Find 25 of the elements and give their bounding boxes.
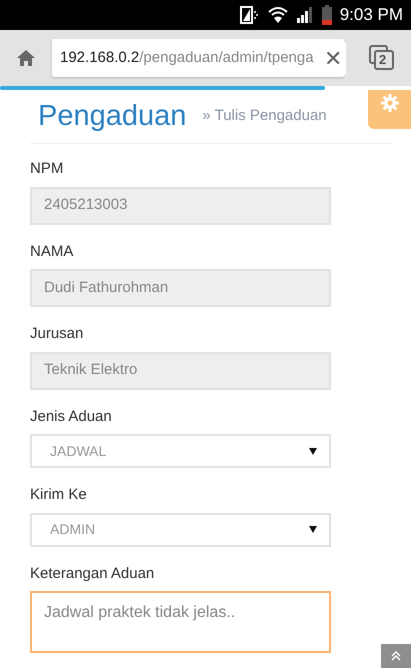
field-label: NPM [30, 159, 64, 179]
dropdown-caret-icon [309, 448, 317, 454]
dropdown-caret-icon [309, 526, 317, 533]
textarea-field[interactable]: Jadwal praktek tidak jelas.. [30, 591, 331, 653]
field-label: Kirim Ke [30, 485, 88, 505]
select-field[interactable]: ADMIN [30, 512, 331, 546]
double-chevron-icon [391, 651, 401, 661]
input-field[interactable]: 2405213003 [30, 186, 331, 224]
clock-time: 9:03 PM [340, 4, 403, 26]
select-field[interactable]: JADWAL [30, 434, 331, 468]
page-title: Pengaduan [38, 98, 186, 134]
breadcrumb: » Tulis Pengaduan [202, 106, 327, 126]
vibrate-icon [240, 6, 260, 24]
signal-icon [296, 7, 314, 23]
field-label: Keterangan Aduan [30, 564, 156, 584]
field-label: Jurusan [30, 324, 84, 344]
field-label: Jenis Aduan [30, 406, 113, 426]
battery-icon [322, 5, 332, 25]
input-field[interactable]: Dudi Fathurohman [30, 269, 331, 307]
settings-icon [380, 94, 398, 112]
wifi-icon [268, 6, 288, 24]
field-label: NAMA [30, 242, 74, 262]
scroll-top-button[interactable] [381, 644, 411, 668]
input-field[interactable]: Teknik Elektro [30, 352, 331, 390]
home-icon[interactable] [16, 49, 36, 67]
